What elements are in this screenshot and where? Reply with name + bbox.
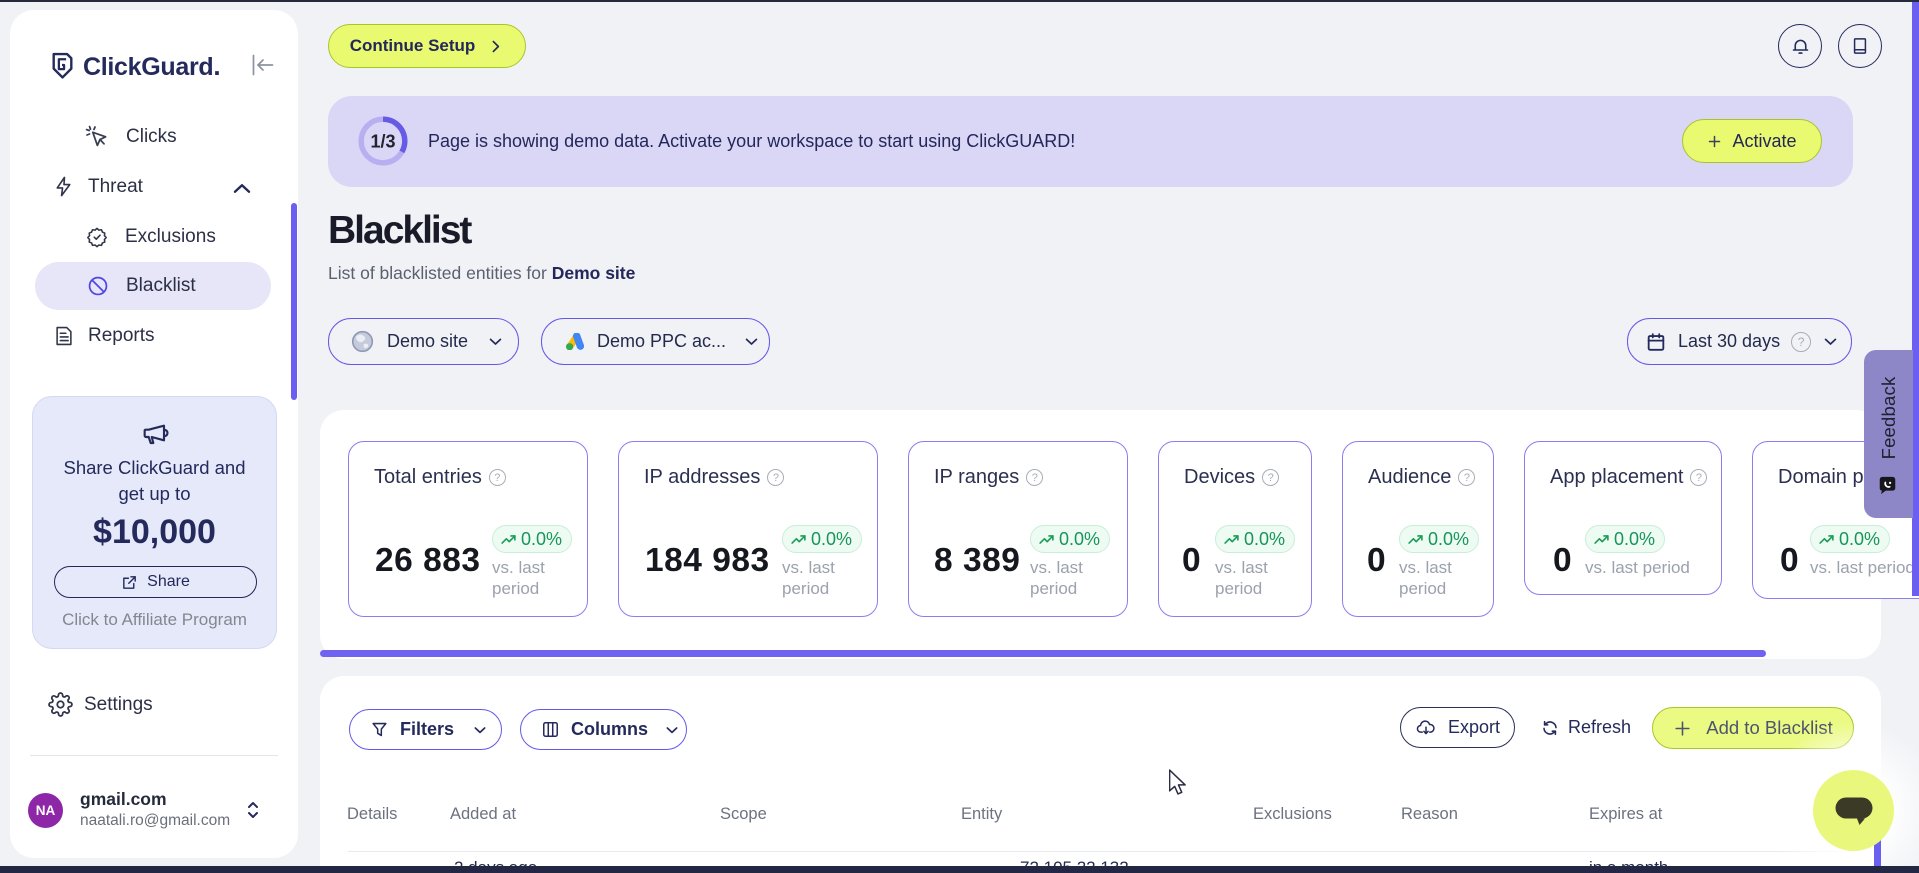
svg-text:1/3: 1/3 bbox=[370, 132, 395, 152]
